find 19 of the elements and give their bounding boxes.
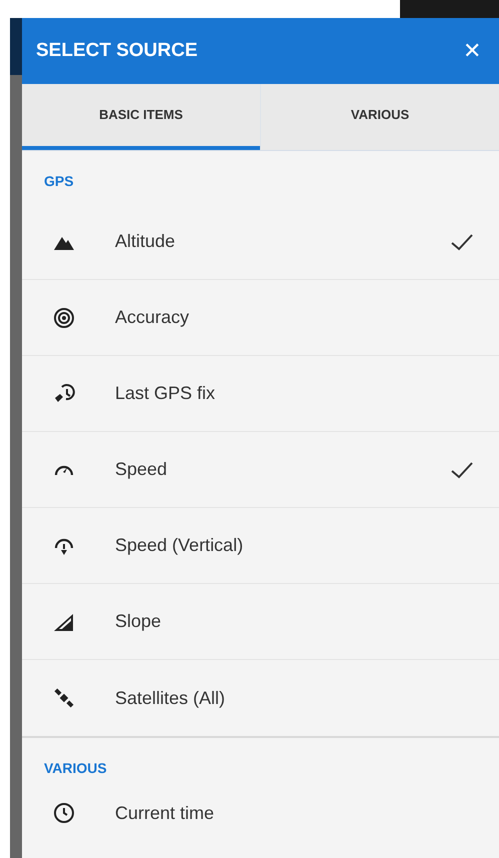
list-item[interactable]: Altitude [22,204,499,280]
list-item[interactable]: Current time [22,791,499,835]
list-item[interactable]: Last GPS fix [22,356,499,432]
dialog-title: SELECT SOURCE [36,38,198,63]
section-heading: GPS [43,172,75,191]
backdrop-edge [10,18,22,75]
section-heading: VARIOUS [43,759,108,778]
list-item[interactable]: Speed [22,432,499,508]
list-item[interactable]: Speed (Vertical) [22,508,499,584]
target-icon [53,306,75,328]
tab[interactable]: VARIOUS [260,84,499,150]
close-button[interactable]: ✕ [459,36,485,66]
list-item[interactable]: Accuracy [22,280,499,356]
tab[interactable]: BASIC ITEMS [22,84,260,150]
clock-icon [53,802,75,824]
list-item[interactable]: Satellites (All) [22,660,499,736]
list-item[interactable]: Slope [22,584,499,660]
satellite-clock-icon [53,382,75,404]
satellite-icon [53,687,75,709]
